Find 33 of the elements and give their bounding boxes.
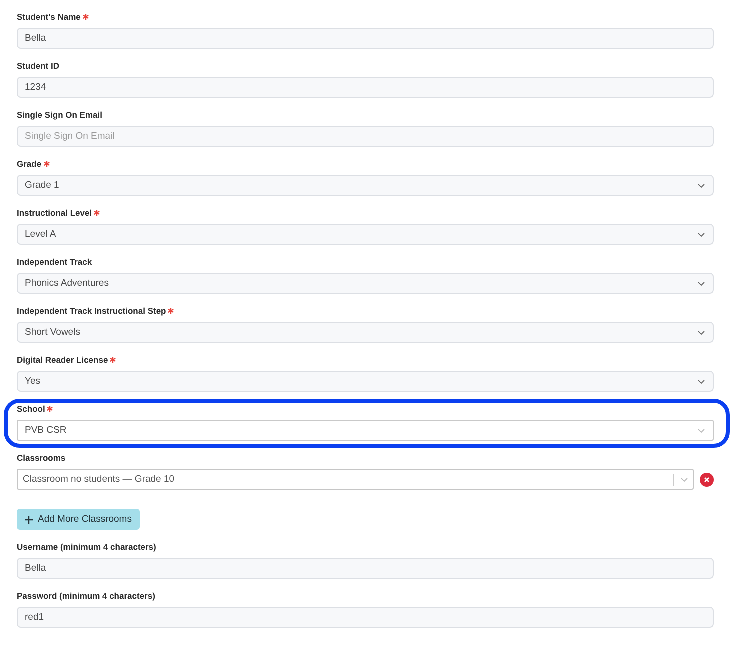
remove-icon[interactable] [700,472,714,486]
field-label: Password (minimum 4 characters) [17,590,156,602]
chevron-down-icon [698,184,705,188]
select-field[interactable]: Short Vowels [17,322,714,343]
select-field[interactable]: Level A [17,224,714,245]
field-label: Username (minimum 4 characters) [17,541,156,553]
field-label: Digital Reader License [17,354,108,366]
chevron-down-icon [698,330,705,334]
chevron-down-icon [698,282,705,286]
field-label: Student's Name [17,11,81,23]
select-field[interactable]: PVB CSR [17,420,714,441]
chevron-down-icon [698,232,705,236]
field-label: Grade [17,158,42,170]
add-classrooms-button[interactable]: Add More Classrooms [17,509,140,530]
field-label: School [17,403,46,415]
field-label: Independent Track [17,256,92,268]
plus-icon [25,516,33,524]
select-field[interactable]: Yes [17,371,714,392]
text-field[interactable]: Bella [17,28,714,49]
select-field[interactable]: Classroom no students — Grade 10 [17,469,694,490]
text-field[interactable]: 1234 [17,77,714,98]
select-field[interactable]: Grade 1 [17,175,714,196]
field-label: Single Sign On Email [17,109,102,121]
field-label: Instructional Level [17,207,92,219]
chevron-down-icon [698,380,705,384]
select-field[interactable]: Phonics Adventures [17,273,714,294]
field-label: Independent Track Instructional Step [17,305,166,317]
field-label: Classrooms [17,452,66,464]
chevron-down-icon [698,428,705,432]
text-field[interactable]: red1 [17,607,714,628]
chevron-down-icon [680,478,688,482]
field-label: Student ID [17,60,60,72]
text-field[interactable]: Bella [17,558,714,579]
